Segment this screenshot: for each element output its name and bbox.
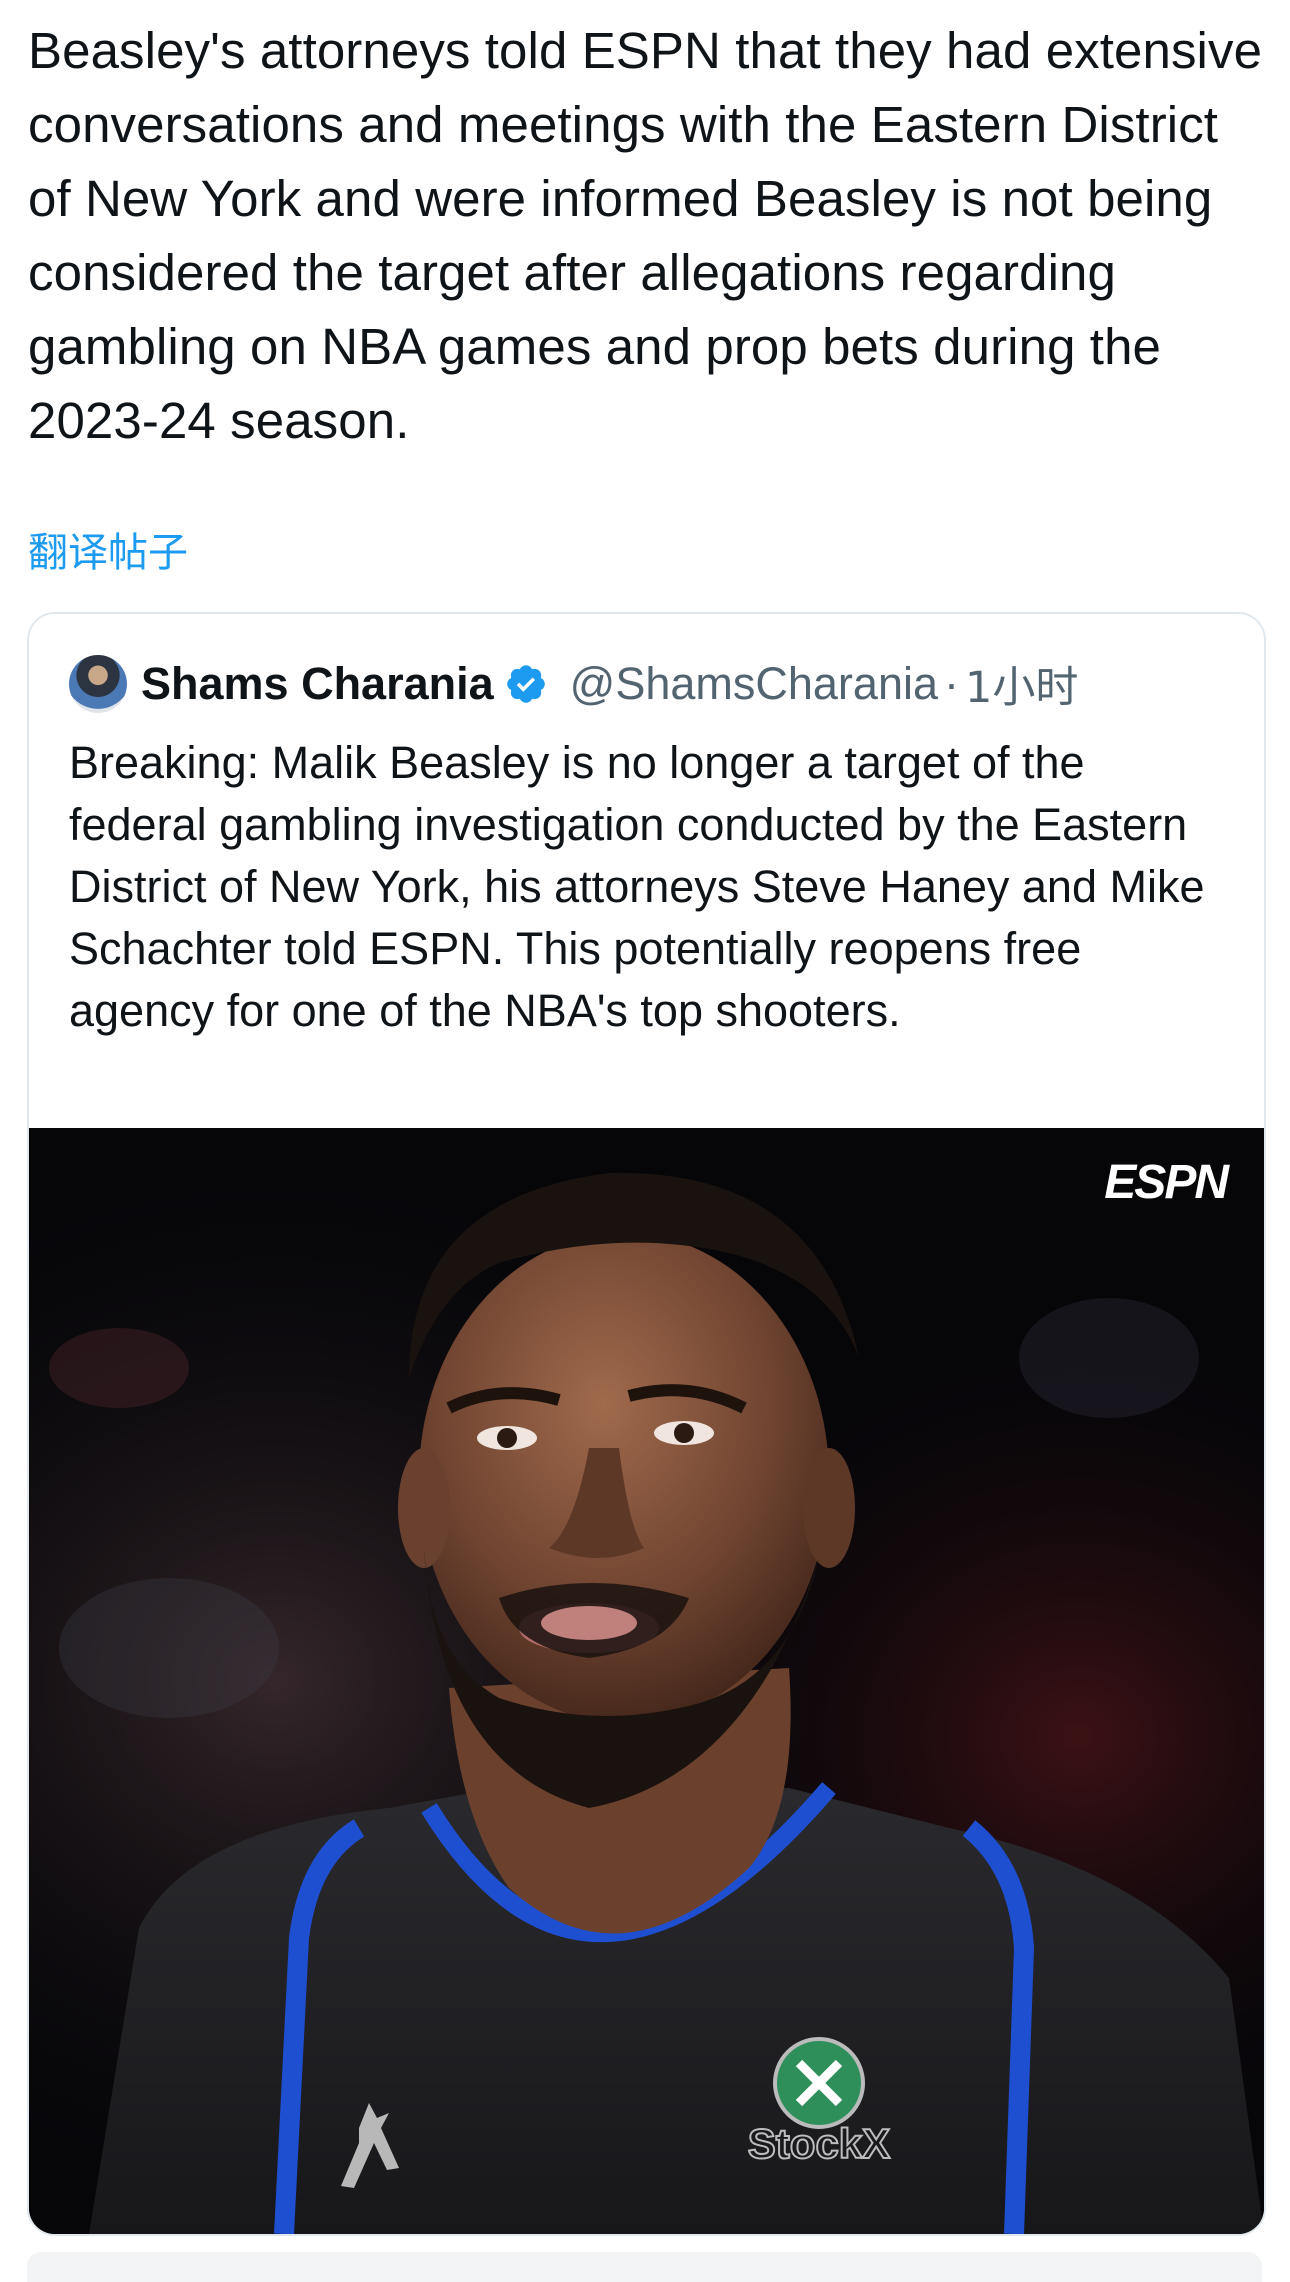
quoted-post-text: Breaking: Malik Beasley is no longer a t…: [69, 737, 1205, 1036]
quoted-post-card[interactable]: Shams Charania @ShamsCharania · 1小时 Brea…: [27, 612, 1266, 2236]
meta-separator: ·: [944, 658, 959, 709]
player-photo: StockX ESPN: [29, 1128, 1264, 2234]
author-handle[interactable]: @ShamsCharania: [570, 658, 938, 710]
next-card-edge: [27, 2252, 1262, 2282]
post-timestamp[interactable]: 1小时: [965, 653, 1078, 715]
translate-post-link[interactable]: 翻译帖子: [28, 525, 188, 581]
quoted-post-header: Shams Charania @ShamsCharania · 1小时: [69, 654, 1078, 714]
avatar[interactable]: [69, 655, 127, 713]
author-name[interactable]: Shams Charania: [141, 658, 494, 710]
verified-badge-icon: [506, 665, 545, 703]
post-text: Beasley's attorneys told ESPN that they …: [28, 22, 1263, 449]
stockx-logo: StockX: [748, 2120, 890, 2167]
quoted-post-media-image[interactable]: StockX ESPN: [29, 1128, 1264, 2234]
espn-watermark: ESPN: [1104, 1156, 1230, 1209]
